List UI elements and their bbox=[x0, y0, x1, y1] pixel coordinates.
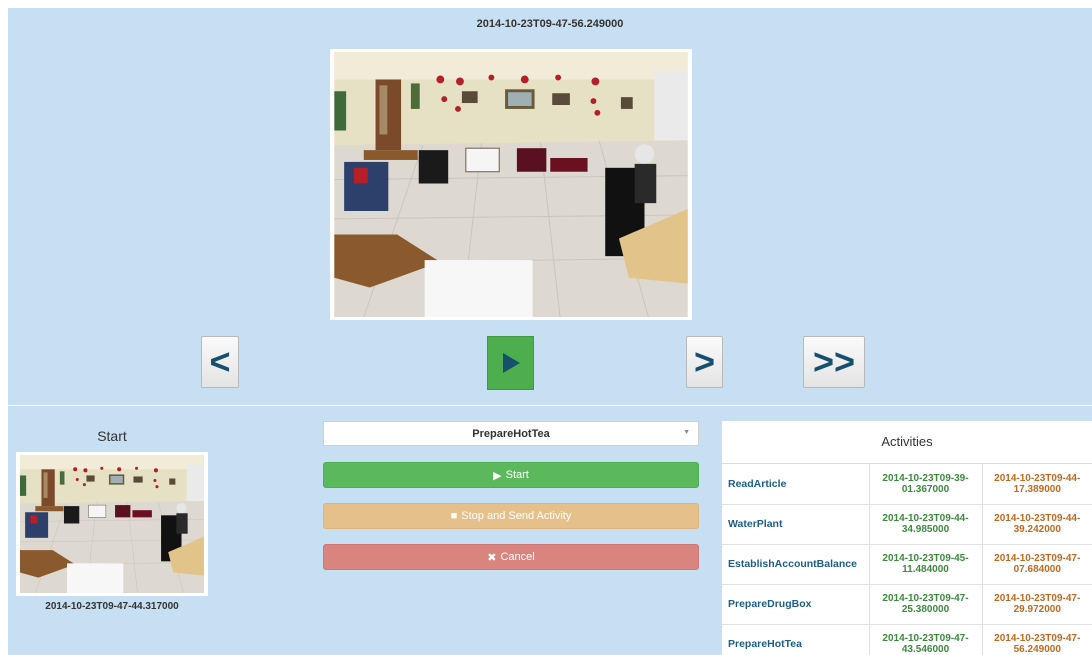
table-row[interactable]: EstablishAccountBalance 2014-10-23T09-45… bbox=[722, 544, 1092, 585]
start-frame-image bbox=[19, 455, 205, 593]
activity-name: ReadArticle bbox=[722, 464, 869, 505]
activity-name: EstablishAccountBalance bbox=[722, 544, 869, 585]
player-panel: 2014-10-23T09-47-56.249000 < > >> bbox=[8, 8, 1092, 405]
table-row[interactable]: ReadArticle 2014-10-23T09-39-01.367000 2… bbox=[722, 464, 1092, 505]
activity-start-time: 2014-10-23T09-44-34.985000 bbox=[868, 504, 982, 545]
video-frame-image bbox=[333, 52, 689, 317]
activity-select-value: PrepareHotTea bbox=[472, 427, 550, 440]
start-frame-thumbnail bbox=[16, 452, 208, 596]
start-button-label: Start bbox=[505, 469, 529, 481]
activity-name: PrepareHotTea bbox=[722, 624, 869, 655]
play-button[interactable] bbox=[487, 336, 534, 390]
activity-end-time: 2014-10-23T09-47-56.249000 bbox=[981, 624, 1092, 655]
activities-table: Activities ReadArticle 2014-10-23T09-39-… bbox=[722, 421, 1092, 655]
activities-title: Activities bbox=[722, 421, 1092, 464]
activity-end-time: 2014-10-23T09-47-07.684000 bbox=[981, 544, 1092, 585]
next-frame-button[interactable]: > bbox=[686, 336, 723, 388]
previous-frame-button[interactable]: < bbox=[201, 336, 239, 388]
start-button[interactable]: ▶ Start bbox=[323, 462, 699, 488]
activity-start-time: 2014-10-23T09-47-43.546000 bbox=[868, 624, 982, 655]
activity-end-time: 2014-10-23T09-44-17.389000 bbox=[981, 464, 1092, 505]
video-frame bbox=[330, 49, 692, 320]
stop-button-label: Stop and Send Activity bbox=[461, 510, 572, 522]
activity-start-time: 2014-10-23T09-47-25.380000 bbox=[868, 584, 982, 625]
annotation-panel: Start 2014-10-23T09-47-44.317000 Prepare… bbox=[8, 406, 1092, 655]
activity-select[interactable]: PrepareHotTea ▼ bbox=[323, 421, 699, 446]
activity-name: WaterPlant bbox=[722, 504, 869, 545]
activity-end-time: 2014-10-23T09-47-29.972000 bbox=[981, 584, 1092, 625]
activity-start-time: 2014-10-23T09-45-11.484000 bbox=[868, 544, 982, 585]
cancel-button-label: Cancel bbox=[500, 551, 535, 563]
play-icon: ▶ bbox=[493, 469, 502, 482]
stop-and-send-button[interactable]: ■ Stop and Send Activity bbox=[323, 503, 699, 529]
current-frame-timestamp: 2014-10-23T09-47-56.249000 bbox=[476, 18, 624, 30]
table-row[interactable]: WaterPlant 2014-10-23T09-44-34.985000 20… bbox=[722, 504, 1092, 545]
activity-start-time: 2014-10-23T09-39-01.367000 bbox=[868, 464, 982, 505]
activity-end-time: 2014-10-23T09-44-39.242000 bbox=[981, 504, 1092, 545]
stop-icon: ■ bbox=[450, 510, 458, 522]
play-icon bbox=[502, 353, 520, 373]
activity-name: PrepareDrugBox bbox=[722, 584, 869, 625]
segment-start-timestamp: 2014-10-23T09-47-44.317000 bbox=[45, 601, 179, 612]
table-row[interactable]: PrepareHotTea 2014-10-23T09-47-43.546000… bbox=[722, 624, 1092, 655]
close-icon: ✖ bbox=[487, 551, 497, 564]
fast-forward-button[interactable]: >> bbox=[803, 336, 865, 388]
chevron-down-icon: ▼ bbox=[683, 429, 690, 436]
table-row[interactable]: PrepareDrugBox 2014-10-23T09-47-25.38000… bbox=[722, 584, 1092, 625]
segment-start-label: Start bbox=[97, 428, 127, 444]
cancel-button[interactable]: ✖ Cancel bbox=[323, 544, 699, 570]
